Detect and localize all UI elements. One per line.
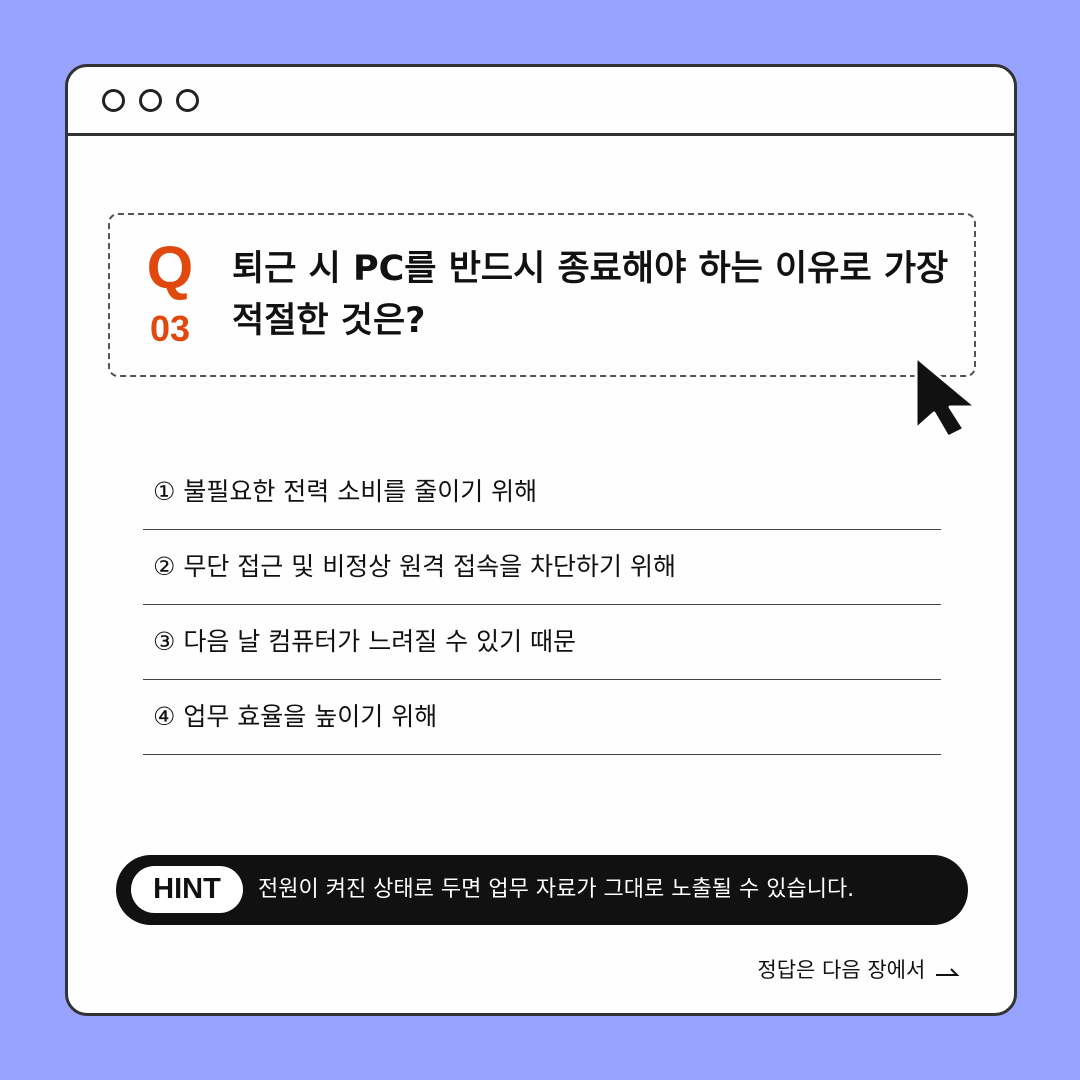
browser-window: Q 03 퇴근 시 PC를 반드시 종료해야 하는 이유로 가장 적절한 것은?… [65,64,1017,1016]
answer-option-3[interactable]: ③ 다음 날 컴퓨터가 느려질 수 있기 때문 [143,605,941,680]
question-letter: Q [146,234,194,301]
question-box: Q 03 퇴근 시 PC를 반드시 종료해야 하는 이유로 가장 적절한 것은? [108,213,976,377]
window-control-circle-icon[interactable] [176,89,199,112]
question-number: 03 [149,308,191,349]
window-titlebar [68,67,1014,136]
mouse-cursor-icon [914,355,978,439]
question-text: 퇴근 시 PC를 반드시 종료해야 하는 이유로 가장 적절한 것은? [232,249,949,341]
hint-badge: HINT [131,866,243,913]
hint-text: 전원이 켜진 상태로 두면 업무 자료가 그대로 노출될 수 있습니다. [258,877,855,902]
next-page-label: 정답은 다음 장에서 [757,958,926,982]
answer-option-2[interactable]: ② 무단 접근 및 비정상 원격 접속을 차단하기 위해 [143,530,941,605]
hint-bar: HINT 전원이 켜진 상태로 두면 업무 자료가 그대로 노출될 수 있습니다… [116,855,968,925]
window-control-circle-icon[interactable] [102,89,125,112]
next-page-link[interactable]: 정답은 다음 장에서 [757,955,960,985]
arrow-right-icon [936,968,960,976]
answer-options: ① 불필요한 전력 소비를 줄이기 위해 ② 무단 접근 및 비정상 원격 접속… [143,455,941,755]
window-control-circle-icon[interactable] [139,89,162,112]
answer-option-1[interactable]: ① 불필요한 전력 소비를 줄이기 위해 [143,455,941,530]
answer-option-4[interactable]: ④ 업무 효율을 높이기 위해 [143,680,941,755]
